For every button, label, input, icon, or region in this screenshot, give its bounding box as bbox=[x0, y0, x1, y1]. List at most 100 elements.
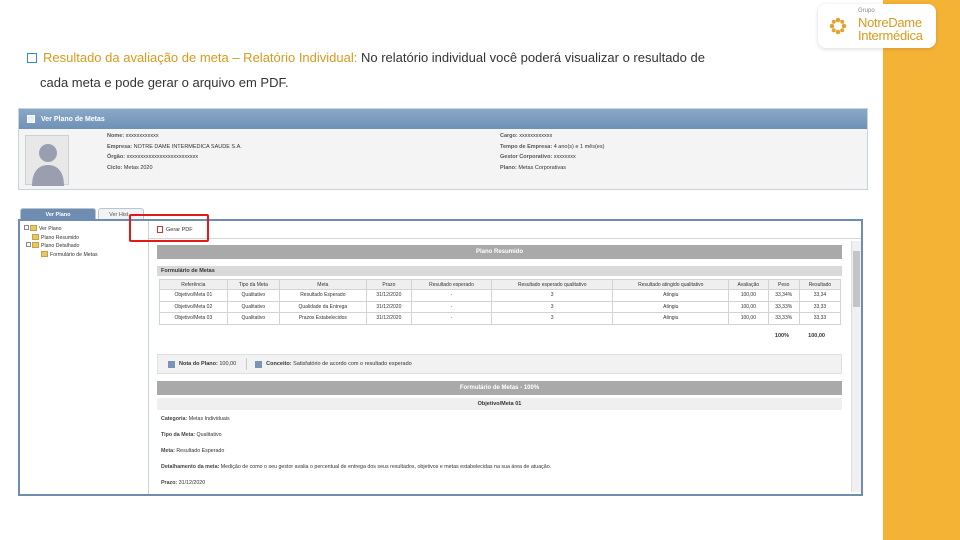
table-row: Objetivo/Meta 01 Qualitativo Resultado E… bbox=[159, 289, 842, 302]
info-right: Cargo: xxxxxxxxxxxx Tempo de Empresa: 4 … bbox=[500, 131, 604, 173]
col-header: Tipo da Meta bbox=[226, 279, 281, 290]
info-left: Nome: xxxxxxxxxxxx Empresa: NOTRE DAME I… bbox=[107, 131, 242, 173]
cell: 3 bbox=[490, 289, 614, 302]
cell: Resultado Esperado bbox=[279, 289, 367, 302]
nota-row: Nota do Plano: 100,00 Conceito: Satisfat… bbox=[157, 354, 842, 374]
detail-prazo: Prazo: 31/12/2020 bbox=[161, 480, 206, 486]
plan-window: Ver Plano Plano Resumido Plano Detalhado… bbox=[18, 219, 863, 496]
cell: Atingiu bbox=[612, 289, 730, 302]
detail-tipo: Tipo da Meta: Qualitativo bbox=[161, 432, 222, 438]
formulario-section-header: Formulário de Metas bbox=[157, 266, 842, 276]
plan-tree: Ver Plano Plano Resumido Plano Detalhado… bbox=[24, 225, 98, 259]
scrollbar-thumb[interactable] bbox=[853, 251, 860, 307]
cell: 31/12/2020 bbox=[365, 312, 413, 325]
col-header: Meta bbox=[279, 279, 367, 290]
cell: Objetivo/Meta 02 bbox=[159, 300, 228, 313]
info-plan: Plano: Metas Corporativas bbox=[500, 164, 567, 171]
folder-icon bbox=[30, 225, 37, 231]
detail-meta: Meta: Resultado Esperado bbox=[161, 448, 225, 454]
total-weight: 100% bbox=[774, 333, 789, 339]
info-manager: Gestor Corporativo: xxxxxxxx bbox=[500, 154, 576, 160]
tree-item-formulario[interactable]: Formulário de Metas bbox=[24, 250, 98, 260]
col-header: Resultado esperado bbox=[411, 279, 492, 290]
info-cycle: Ciclo: Metas 2020 bbox=[107, 164, 153, 171]
decorative-band bbox=[883, 0, 960, 540]
conceito-label: Conceito: bbox=[266, 361, 292, 367]
cell: Qualitativo bbox=[226, 312, 281, 325]
cell: 33,34% bbox=[767, 289, 800, 302]
avatar bbox=[25, 135, 69, 186]
folder-icon bbox=[32, 242, 39, 249]
cell: 100,00 bbox=[728, 312, 769, 325]
tree-item-plano-resumido[interactable]: Plano Resumido bbox=[24, 233, 98, 243]
totals-row: 100% 100,00 bbox=[159, 331, 841, 341]
cell: Qualitativo bbox=[226, 300, 281, 313]
divider bbox=[246, 358, 248, 370]
embedded-screenshot: Ver Plano de Metas Nome: xxxxxxxxxxxx Em… bbox=[18, 108, 868, 496]
info-org: Órgão: xxxxxxxxxxxxxxxxxxxxxxxxxx bbox=[107, 154, 199, 160]
tree-item-ver-plano[interactable]: Ver Plano bbox=[24, 225, 98, 234]
detail-categoria: Categoria: Metas Individuais bbox=[161, 416, 230, 422]
nota-label: Nota do Plano: bbox=[179, 361, 218, 367]
slide: Grupo NotreDame Intermédica Resultado da… bbox=[0, 0, 960, 540]
window-title: Ver Plano de Metas bbox=[41, 115, 105, 123]
company-logo: Grupo NotreDame Intermédica bbox=[818, 4, 936, 48]
checkbox-bullet-icon bbox=[27, 53, 37, 63]
cell: - bbox=[411, 289, 492, 302]
table-row: Objetivo/Meta 02 Qualitativo Qualidade d… bbox=[159, 300, 842, 313]
info-company: Empresa: NOTRE DAME INTERMEDICA SAUDE S.… bbox=[107, 143, 242, 150]
cell: - bbox=[411, 312, 492, 325]
cell: 100,00 bbox=[728, 300, 769, 313]
cell: 33,34 bbox=[798, 289, 842, 302]
conceito-value: Satisfatório de acordo com o resultado e… bbox=[293, 361, 412, 367]
col-header: Resultado atingido qualitativo bbox=[612, 279, 730, 290]
info-name: Nome: xxxxxxxxxxxx bbox=[107, 133, 159, 139]
cell: 31/12/2020 bbox=[365, 300, 413, 313]
slide-bullet: Resultado da avaliação de meta – Relatór… bbox=[27, 50, 705, 65]
cell: 31/12/2020 bbox=[365, 289, 413, 302]
cell: Atingiu bbox=[612, 312, 730, 325]
cell: Atingiu bbox=[612, 300, 730, 313]
collapse-icon[interactable] bbox=[24, 225, 29, 230]
col-header: Prazo bbox=[365, 279, 413, 290]
cell: Prazos Estabelecidos bbox=[279, 312, 367, 325]
slide-bullet-text: No relatório individual você poderá visu… bbox=[357, 50, 705, 65]
cell: Objetivo/Meta 03 bbox=[159, 312, 228, 325]
col-header: Resultado bbox=[798, 279, 842, 290]
vertical-scrollbar[interactable] bbox=[851, 241, 861, 492]
tree-item-plano-detalhado[interactable]: Plano Detalhado bbox=[24, 242, 98, 251]
collapse-icon[interactable] bbox=[26, 242, 31, 248]
cell: 33,33 bbox=[798, 300, 842, 313]
folder-icon bbox=[32, 233, 39, 240]
objetivo-subheader: Objetivo/Meta 01 bbox=[157, 398, 842, 410]
cell: 100,00 bbox=[728, 289, 769, 302]
slide-bullet-title: Resultado da avaliação de meta – Relatór… bbox=[43, 50, 358, 65]
slide-bullet-text-2: cada meta e pode gerar o arquivo em PDF. bbox=[40, 75, 289, 90]
col-header: Peso bbox=[767, 279, 800, 290]
plan-header-window: Ver Plano de Metas Nome: xxxxxxxxxxxx Em… bbox=[18, 108, 868, 190]
logo-emblem-icon bbox=[829, 17, 847, 35]
cell: 3 bbox=[490, 312, 614, 325]
cell: 33,33 bbox=[798, 312, 842, 325]
detail-detalhamento: Detalhamento da meta: Medição de como o … bbox=[161, 464, 552, 470]
col-header: Referência bbox=[159, 279, 228, 290]
content-pane: Gerar PDF Plano Resumido Formulário de M… bbox=[148, 221, 861, 494]
col-header: Resultado esperado qualitativo bbox=[490, 279, 614, 290]
cell: 33,33% bbox=[767, 312, 800, 325]
window-title-bar: Ver Plano de Metas bbox=[19, 109, 867, 129]
user-silhouette-icon bbox=[32, 144, 64, 186]
cell: Qualidade da Entrega bbox=[279, 300, 367, 313]
highlight-box bbox=[129, 214, 209, 242]
logo-grupo: Grupo bbox=[858, 8, 875, 14]
plano-resumido-header: Plano Resumido bbox=[157, 245, 842, 259]
cell: Objetivo/Meta 01 bbox=[159, 289, 228, 302]
nota-value: 100,00 bbox=[219, 361, 237, 367]
info-role: Cargo: xxxxxxxxxxxx bbox=[500, 133, 553, 139]
window-icon bbox=[27, 115, 35, 123]
cell: 3 bbox=[490, 300, 614, 313]
cell: 33,33% bbox=[767, 300, 800, 313]
folder-icon bbox=[41, 250, 48, 257]
formulario-metas-header: Formulário de Metas - 100% bbox=[157, 381, 842, 395]
note-icon bbox=[168, 360, 175, 368]
metas-table: Referência Tipo da Meta Meta Prazo Resul… bbox=[159, 279, 842, 325]
